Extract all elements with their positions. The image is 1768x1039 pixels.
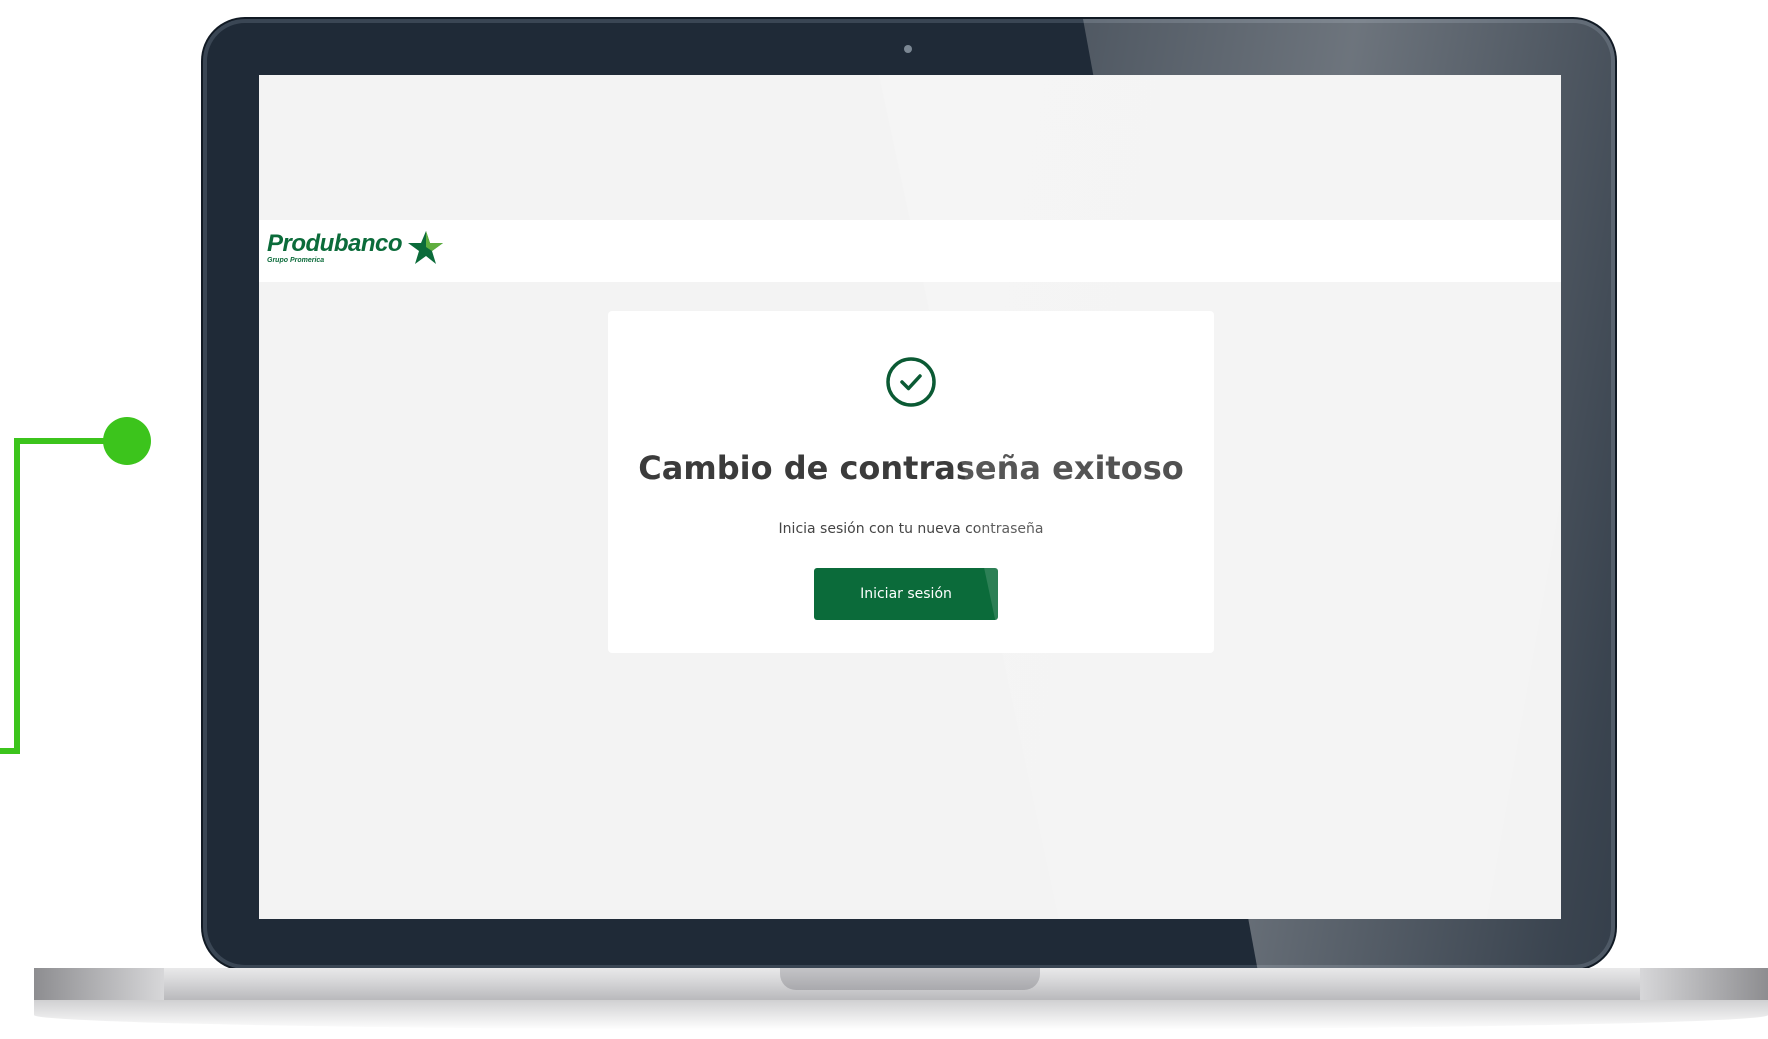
laptop-base-edge-right (1640, 968, 1768, 1000)
laptop-base-notch (780, 968, 1040, 990)
check-circle-icon (885, 356, 937, 408)
success-title: Cambio de contraseña exitoso (638, 449, 1184, 487)
success-card: Cambio de contraseña exitoso Inicia sesi… (608, 311, 1214, 653)
connector-line-end (0, 748, 20, 754)
connector-line-vertical (14, 438, 20, 754)
logo-text: Produbanco Grupo Promerica (267, 230, 403, 265)
promo-stage: Produbanco Grupo Promerica Cambio de con… (0, 0, 1768, 1039)
app-header: Produbanco Grupo Promerica (259, 220, 1561, 282)
logo-name: Produbanco (267, 230, 403, 257)
laptop-base-edge-left (34, 968, 164, 1000)
produbanco-logo[interactable]: Produbanco Grupo Promerica (267, 230, 444, 270)
laptop-screen: Produbanco Grupo Promerica Cambio de con… (259, 75, 1561, 919)
login-button[interactable]: Iniciar sesión (814, 568, 998, 620)
logo-subtitle: Grupo Promerica (267, 257, 325, 264)
success-subtitle: Inicia sesión con tu nueva contraseña (778, 521, 1044, 537)
connector-dot (103, 417, 151, 465)
star-icon (406, 230, 444, 270)
laptop-base-shadow (34, 1000, 1768, 1030)
camera-icon (904, 45, 912, 53)
